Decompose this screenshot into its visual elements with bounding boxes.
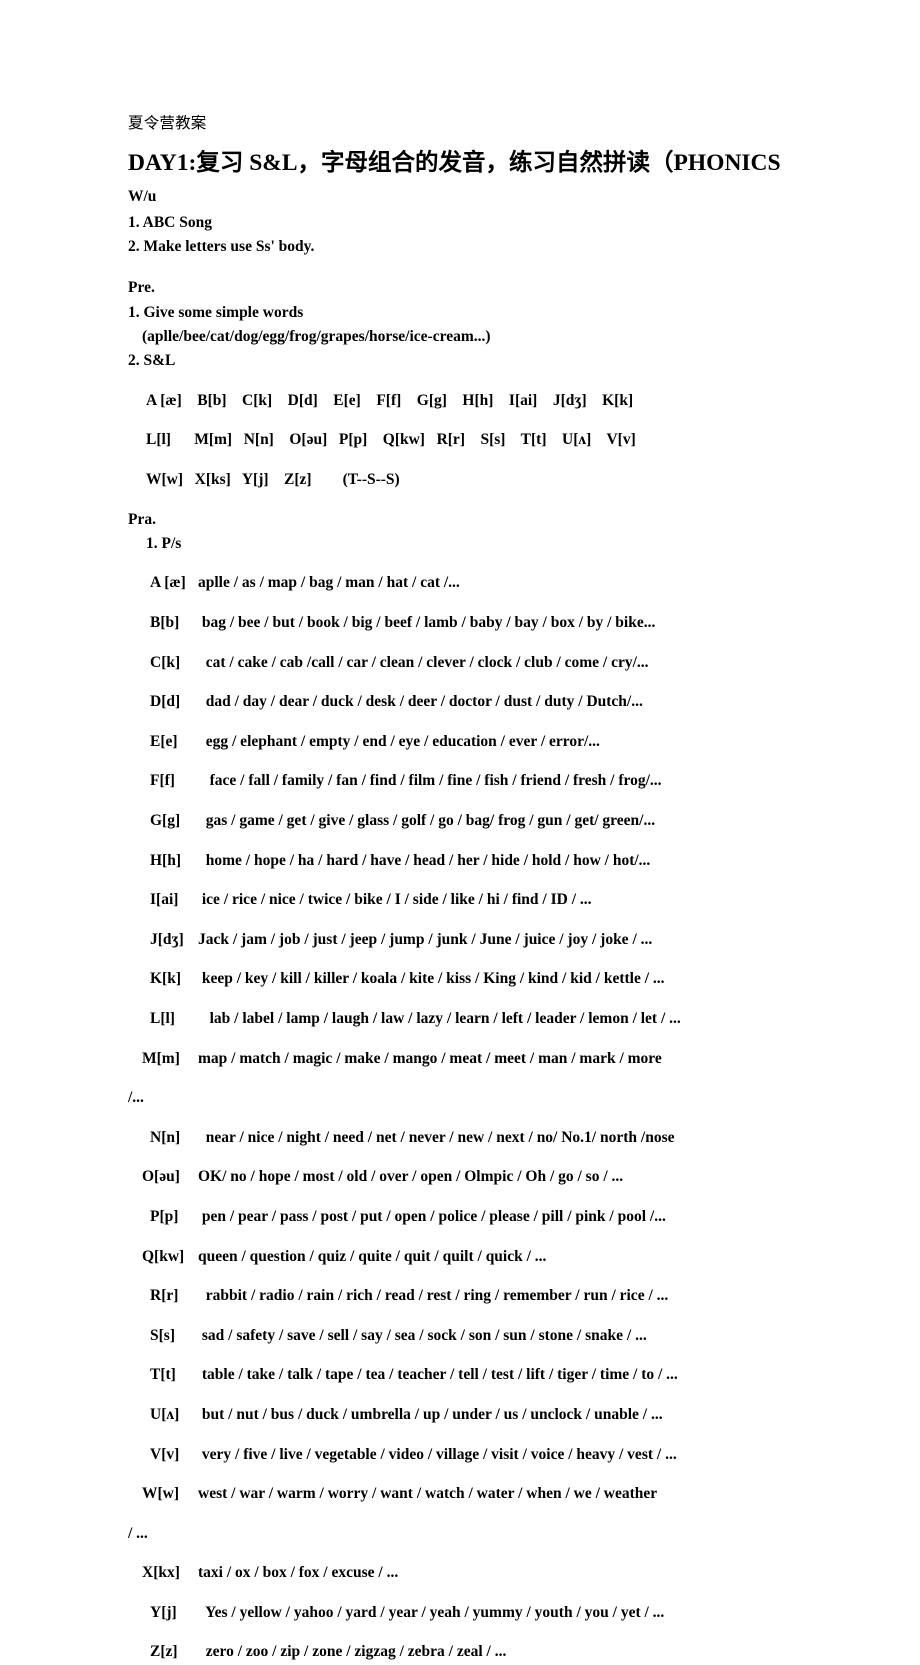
phonics-row-letter: Q[kw] xyxy=(142,1247,185,1265)
phonics-row-words: Yes / yellow / yahoo / yard / year / yea… xyxy=(198,1603,665,1621)
phonics-row-words: table / take / talk / tape / tea / teach… xyxy=(198,1366,678,1384)
phonics-row-letter: S[s] xyxy=(150,1326,175,1344)
phonics-row: U[ʌ] but / nut / bus / duck / umbrella /… xyxy=(128,1403,820,1427)
phonics-row-letter: T[t] xyxy=(150,1366,176,1384)
phonics-row-letter: M[m] xyxy=(142,1049,180,1067)
document-page: 夏令营教案 DAY1:复习 S&L，字母组合的发音，练习自然拼读（PHONICS… xyxy=(0,0,920,1660)
alphabet-chart-row: A [æ] B[b] C[k] D[d] E[e] F[f] G[g] H[h]… xyxy=(146,391,634,409)
presentation-item-1: 1. Give some simple words xyxy=(128,303,304,321)
phonics-row-words: west / war / warm / worry / want / watch… xyxy=(198,1485,658,1503)
phonics-row-words: lab / label / lamp / laugh / law / lazy … xyxy=(198,1009,681,1027)
phonics-row: D[d] dad / day / dear / duck / desk / de… xyxy=(128,690,820,714)
phonics-row-words: dad / day / dear / duck / desk / deer / … xyxy=(198,693,643,711)
title-wrap-line: W/u xyxy=(128,188,157,206)
warmup-item-2: 2. Make letters use Ss' body. xyxy=(128,238,315,256)
phonics-row-words: pen / pear / pass / post / put / open / … xyxy=(198,1207,666,1225)
phonics-row: I[ai] ice / rice / nice / twice / bike /… xyxy=(128,888,820,912)
phonics-row-words: very / five / live / vegetable / video /… xyxy=(198,1445,677,1463)
phonics-row-letter: A [æ] xyxy=(150,574,186,592)
phonics-row-continuation: / ... xyxy=(128,1524,148,1542)
phonics-row-letter: D[d] xyxy=(150,693,181,711)
phonics-row-words: Jack / jam / job / just / jeep / jump / … xyxy=(198,930,653,948)
phonics-row-words: cat / cake / cab /call / car / clean / c… xyxy=(198,653,649,671)
phonics-row-letter: E[e] xyxy=(150,732,178,750)
phonics-row-words: queen / question / quiz / quite / quit /… xyxy=(198,1247,547,1265)
phonics-row: Q[kw] queen / question / quiz / quite / q… xyxy=(128,1245,820,1269)
phonics-row-letter: K[k] xyxy=(150,970,181,988)
phonics-row-letter: P[p] xyxy=(150,1207,179,1225)
phonics-row-words: taxi / ox / box / fox / excuse / ... xyxy=(198,1564,399,1582)
phonics-row-words: aplle / as / map / bag / man / hat / cat… xyxy=(198,574,460,592)
phonics-row: W[w] west / war / warm / worry / want / w… xyxy=(128,1482,820,1506)
phonics-word-list: A [æ] aplle / as / map / bag / man / hat … xyxy=(128,571,820,1664)
phonics-row: K[k] keep / key / kill / killer / koala … xyxy=(128,967,820,991)
phonics-row: N[n] near / nice / night / need / net / … xyxy=(128,1126,820,1150)
phonics-row: A [æ] aplle / as / map / bag / man / hat … xyxy=(128,571,820,595)
phonics-row-letter: U[ʌ] xyxy=(150,1405,180,1423)
phonics-row-words: OK/ no / hope / most / old / over / open… xyxy=(198,1168,624,1186)
phonics-row: F[f] face / fall / family / fan / find /… xyxy=(128,769,820,793)
phonics-row: O[əu] OK/ no / hope / most / old / over /… xyxy=(128,1165,820,1189)
phonics-row-continuation: /... xyxy=(128,1089,144,1107)
phonics-row-letter: F[f] xyxy=(150,772,175,790)
presentation-heading: Pre. xyxy=(128,279,155,297)
warmup-item-1: 1. ABC Song xyxy=(128,214,212,232)
phonics-row-letter: I[ai] xyxy=(150,891,179,909)
phonics-row: E[e] egg / elephant / empty / end / eye … xyxy=(128,730,820,754)
phonics-row-words: keep / key / kill / killer / koala / kit… xyxy=(198,970,665,988)
phonics-row-words: zero / zoo / zip / zone / zigzag / zebra… xyxy=(198,1643,507,1661)
phonics-row-letter: B[b] xyxy=(150,614,180,632)
phonics-row: C[k] cat / cake / cab /call / car / clea… xyxy=(128,651,820,675)
phonics-row-words: egg / elephant / empty / end / eye / edu… xyxy=(198,732,600,750)
practice-heading: Pra. xyxy=(128,510,156,528)
alphabet-chart: A [æ] B[b] C[k] D[d] E[e] F[f] G[g] H[h]… xyxy=(128,389,820,493)
phonics-row: M[m] map / match / magic / make / mango /… xyxy=(128,1047,820,1071)
phonics-row: P[p] pen / pear / pass / post / put / op… xyxy=(128,1205,820,1229)
document-subject: 夏令营教案 xyxy=(128,115,207,132)
phonics-row-words: face / fall / family / fan / find / film… xyxy=(198,772,662,790)
presentation-item-2: 2. S&L xyxy=(128,351,176,369)
phonics-row: S[s] sad / safety / save / sell / say / … xyxy=(128,1324,820,1348)
phonics-row: R[r] rabbit / radio / rain / rich / read… xyxy=(128,1284,820,1308)
phonics-row-words: gas / game / get / give / glass / golf /… xyxy=(198,812,656,829)
phonics-row-letter: G[g] xyxy=(150,812,181,829)
phonics-row: B[b] bag / bee / but / book / big / beef… xyxy=(128,611,820,635)
phonics-row-words: sad / safety / save / sell / say / sea /… xyxy=(198,1326,647,1344)
phonics-row-words: but / nut / bus / duck / umbrella / up /… xyxy=(198,1405,663,1423)
phonics-row-words: map / match / magic / make / mango / mea… xyxy=(198,1049,662,1067)
alphabet-chart-row: W[w] X[ks] Y[j] Z[z] (T--S--S) xyxy=(146,470,400,488)
phonics-row-letter: C[k] xyxy=(150,653,181,671)
phonics-row-letter: N[n] xyxy=(150,1128,181,1146)
phonics-row-words: near / nice / night / need / net / never… xyxy=(198,1128,675,1146)
phonics-row-letter: L[l] xyxy=(150,1009,175,1027)
phonics-row: J[dʒ] Jack / jam / job / just / jeep / ju… xyxy=(128,928,820,952)
presentation-item-1-examples: (aplle/bee/cat/dog/egg/frog/grapes/horse… xyxy=(142,327,491,345)
practice-subheading: 1. P/s xyxy=(146,534,182,552)
phonics-row-letter: R[r] xyxy=(150,1287,179,1305)
phonics-row: Z[z] zero / zoo / zip / zone / zigzag / … xyxy=(128,1640,820,1664)
phonics-row-words: bag / bee / but / book / big / beef / la… xyxy=(198,614,656,632)
phonics-row: H[h] home / hope / ha / hard / have / he… xyxy=(128,849,820,873)
phonics-row-letter: Y[j] xyxy=(150,1603,177,1621)
phonics-row-letter: H[h] xyxy=(150,851,181,869)
phonics-row: T[t] table / take / talk / tape / tea / … xyxy=(128,1363,820,1387)
phonics-row-words: ice / rice / nice / twice / bike / I / s… xyxy=(198,891,592,909)
phonics-row: X[kx] taxi / ox / box / fox / excuse / ..… xyxy=(128,1561,820,1585)
phonics-row-letter: V[v] xyxy=(150,1445,180,1463)
phonics-row-letter: J[dʒ] xyxy=(150,930,184,948)
page-title: DAY1:复习 S&L，字母组合的发音，练习自然拼读（PHONICS xyxy=(128,150,781,177)
phonics-row: G[g] gas / game / get / give / glass / g… xyxy=(128,809,820,833)
phonics-row: V[v] very / five / live / vegetable / vi… xyxy=(128,1443,820,1467)
phonics-row-words: home / hope / ha / hard / have / head / … xyxy=(198,851,651,869)
phonics-row-letter: O[əu] xyxy=(142,1168,180,1186)
alphabet-chart-row: L[l] M[m] N[n] O[əu] P[p] Q[kw] R[r] S[s… xyxy=(146,431,636,449)
phonics-row-letter: Z[z] xyxy=(150,1643,178,1661)
phonics-row: L[l] lab / label / lamp / laugh / law / … xyxy=(128,1007,820,1031)
phonics-row: Y[j] Yes / yellow / yahoo / yard / year … xyxy=(128,1601,820,1625)
phonics-row-letter: W[w] xyxy=(142,1485,180,1503)
phonics-row-letter: X[kx] xyxy=(142,1564,180,1582)
